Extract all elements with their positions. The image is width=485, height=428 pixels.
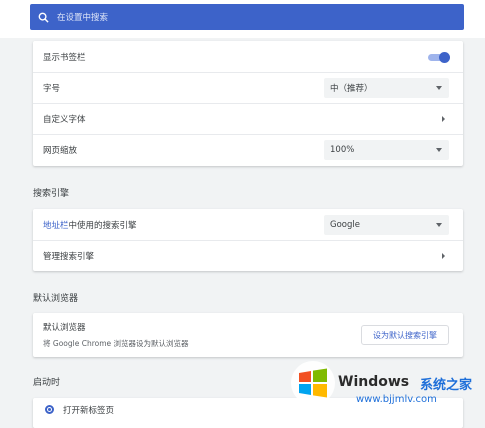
page-zoom-value: 100% <box>330 144 355 155</box>
search-engine-title: 搜索引擎 <box>33 189 70 199</box>
font-size-row: 字号 中（推荐） <box>33 72 463 103</box>
search-input[interactable]: 在设置中搜索 <box>30 4 464 30</box>
default-browser-label: 默认浏览器 <box>43 323 86 333</box>
font-size-value: 中（推荐） <box>330 83 373 94</box>
search-engine-value: Google <box>330 219 360 230</box>
toggle-knob <box>439 51 450 63</box>
default-browser-card: 默认浏览器 将 Google Chrome 浏览器设为默认浏览器 设为默认搜索引… <box>33 313 463 357</box>
bookmarks-bar-row[interactable]: 显示书签栏 <box>33 41 463 72</box>
on-startup-title: 启动时 <box>33 378 61 388</box>
watermark-url: www.bjjmlv.com <box>356 394 437 405</box>
appearance-card: 显示书签栏 字号 中（推荐） 自定义字体 网页缩放 100% <box>33 41 463 166</box>
default-browser-subtitle: 将 Google Chrome 浏览器设为默认浏览器 <box>43 339 189 348</box>
search-engine-select[interactable]: Google <box>324 214 449 235</box>
address-bar-link[interactable]: 地址栏 <box>43 221 69 231</box>
page-zoom-label: 网页缩放 <box>43 145 78 156</box>
chevron-right-icon <box>442 115 445 122</box>
font-size-label: 字号 <box>43 83 61 94</box>
chevron-down-icon <box>436 85 442 90</box>
page-zoom-select[interactable]: 100% <box>324 139 449 160</box>
bookmarks-bar-label: 显示书签栏 <box>43 52 86 63</box>
manage-search-engines-row[interactable]: 管理搜索引擎 <box>33 240 463 271</box>
watermark-brand: Windows <box>338 374 410 390</box>
manage-search-engines-label: 管理搜索引擎 <box>43 251 95 262</box>
make-default-button[interactable]: 设为默认搜索引擎 <box>361 325 449 345</box>
new-tab-option-label: 打开新标签页 <box>63 406 115 416</box>
address-bar-engine-label: 地址栏中使用的搜索引擎 <box>43 219 137 231</box>
search-placeholder: 在设置中搜索 <box>57 13 109 23</box>
default-browser-title: 默认浏览器 <box>33 294 79 304</box>
settings-header: 在设置中搜索 <box>0 0 485 38</box>
bookmarks-bar-toggle[interactable] <box>428 51 450 63</box>
search-icon <box>38 12 49 23</box>
chevron-right-icon <box>442 252 445 259</box>
page-zoom-row: 网页缩放 100% <box>33 134 463 165</box>
chevron-down-icon <box>436 222 442 227</box>
site-watermark: Windows 系统之家 www.bjjmlv.com <box>290 356 485 413</box>
watermark-cn: 系统之家 <box>420 378 473 393</box>
font-size-select[interactable]: 中（推荐） <box>324 77 449 98</box>
address-bar-engine-row: 地址栏中使用的搜索引擎 Google <box>33 209 463 240</box>
custom-fonts-label: 自定义字体 <box>43 114 86 125</box>
search-engine-card: 地址栏中使用的搜索引擎 Google 管理搜索引擎 <box>33 209 463 271</box>
custom-fonts-row[interactable]: 自定义字体 <box>33 103 463 134</box>
address-bar-engine-text: 中使用的搜索引擎 <box>68 220 137 231</box>
chevron-down-icon <box>436 147 442 152</box>
windows-logo-icon <box>291 361 335 405</box>
